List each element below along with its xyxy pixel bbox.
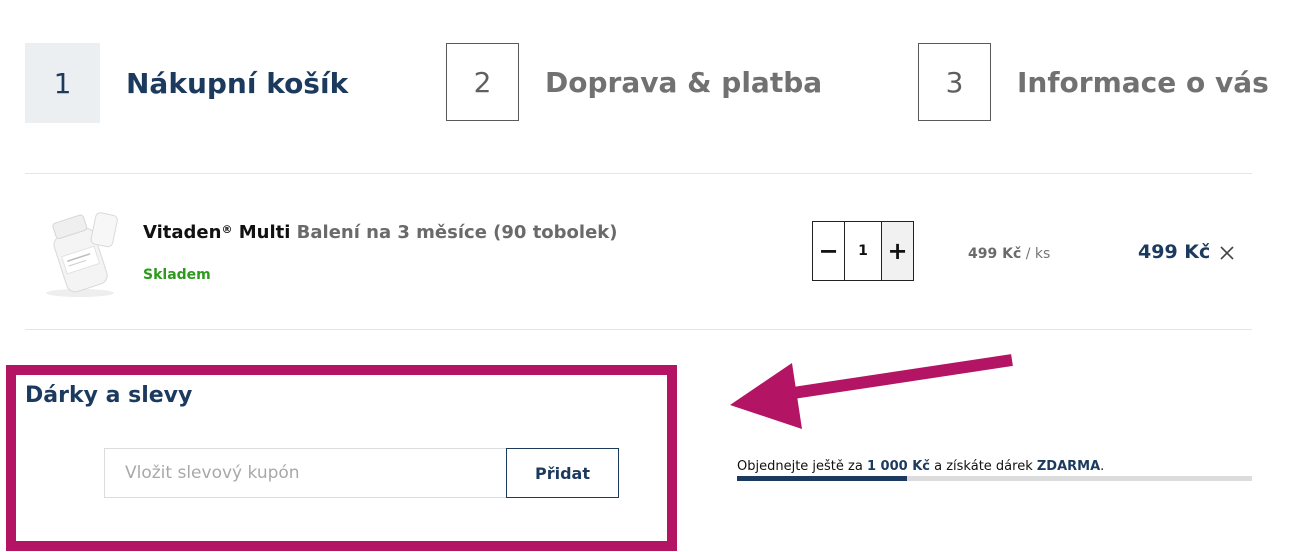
step-customer-info[interactable]: 3 Informace o vás: [918, 43, 1269, 121]
step-label: Nákupní košík: [126, 66, 349, 100]
free-gift-progress-bar: [737, 476, 1252, 481]
add-coupon-button[interactable]: Přidat: [506, 448, 619, 498]
step-number: 1: [25, 43, 100, 123]
increase-quantity-button[interactable]: +: [881, 222, 913, 280]
stock-status: Skladem: [143, 267, 211, 283]
coupon-input[interactable]: [104, 448, 507, 498]
step-label: Doprava & platba: [545, 65, 823, 99]
discounts-title: Dárky a slevy: [25, 383, 193, 408]
step-number: 3: [918, 43, 991, 121]
quantity-stepper[interactable]: − 1 +: [812, 221, 914, 281]
step-shipping-payment[interactable]: 2 Doprava & platba: [446, 43, 822, 121]
divider: [25, 173, 1252, 174]
step-label: Informace o vás: [1017, 65, 1269, 99]
step-cart[interactable]: 1 Nákupní košík: [25, 43, 348, 123]
free-gift-message: Objednejte ještě za 1 000 Kč a získáte d…: [737, 459, 1105, 474]
close-icon[interactable]: [1218, 244, 1236, 262]
arrow-icon: [730, 354, 1013, 429]
decrease-quantity-button[interactable]: −: [813, 222, 845, 280]
total-price: 499 Kč: [1138, 241, 1211, 263]
product-image[interactable]: [30, 205, 125, 300]
product-title[interactable]: Vitaden® Multi Balení na 3 měsíce (90 to…: [143, 222, 618, 243]
progress-fill: [737, 476, 907, 481]
product-name: Vitaden® Multi: [143, 222, 291, 243]
divider: [25, 329, 1252, 330]
quantity-value[interactable]: 1: [845, 222, 881, 280]
unit-price: 499 Kč / ks: [968, 246, 1051, 262]
product-variant: Balení na 3 měsíce (90 tobolek): [290, 222, 618, 243]
step-number: 2: [446, 43, 519, 121]
